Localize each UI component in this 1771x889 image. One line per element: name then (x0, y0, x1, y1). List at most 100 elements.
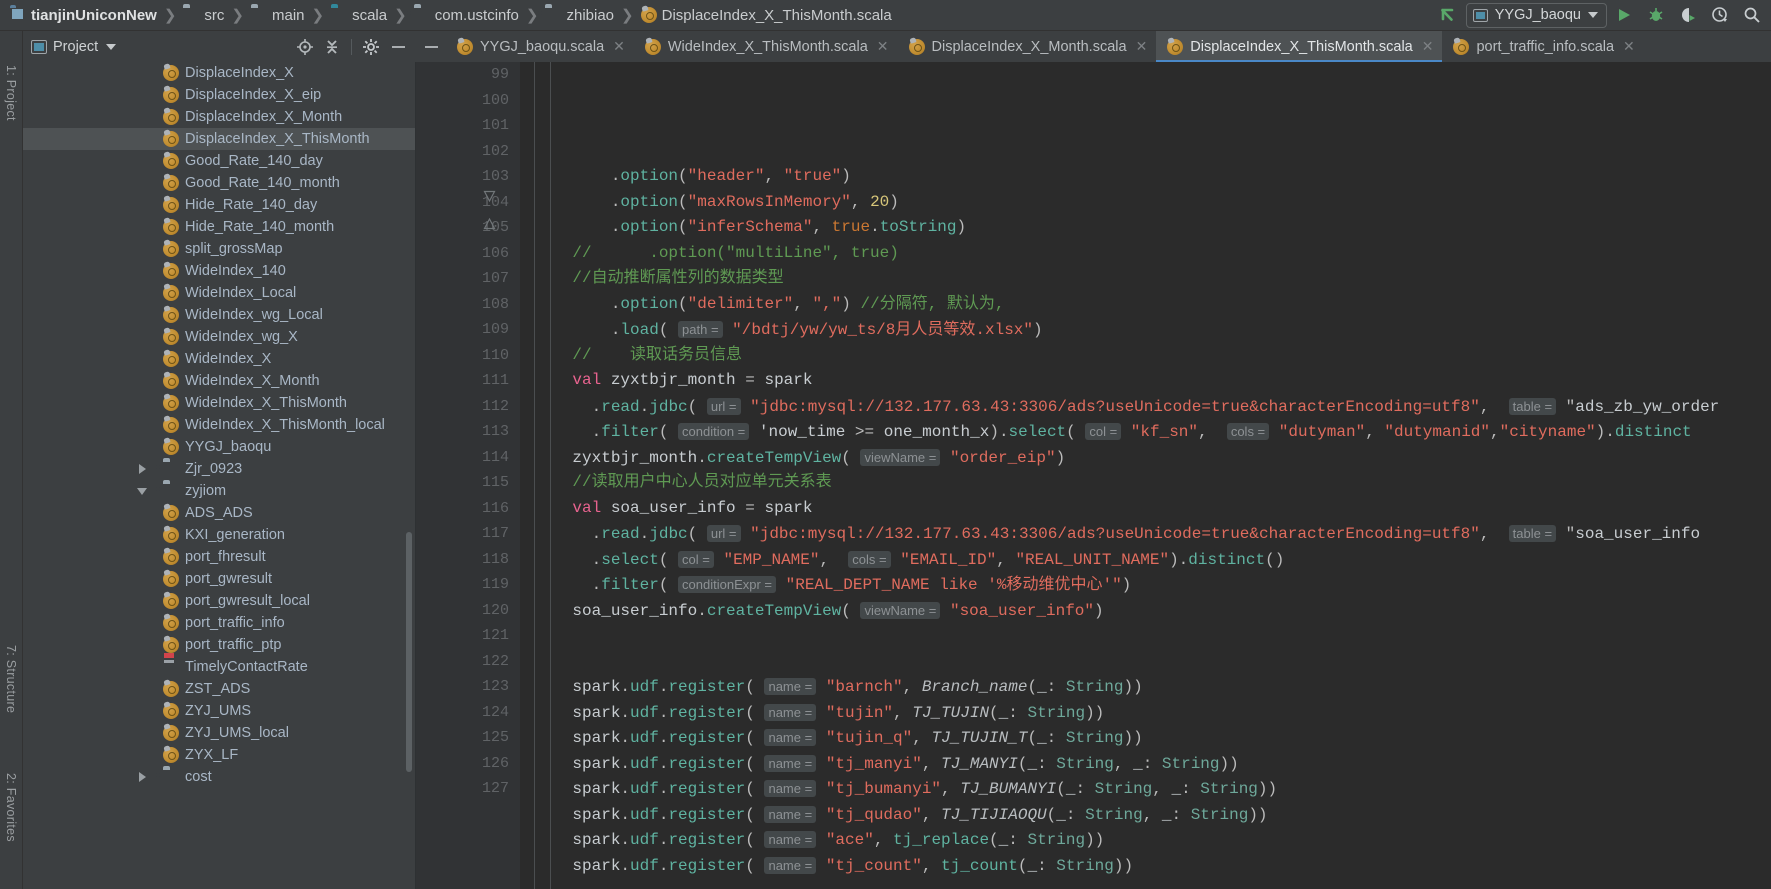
tree-item-label: split_grossMap (185, 241, 283, 257)
tree-item-zyj-ums[interactable]: ZYJ_UMS (23, 700, 416, 722)
close-icon[interactable]: ✕ (877, 38, 889, 55)
line-number-gutter[interactable]: 99 100 101 102 103 104 105 106 107 108 109 110 111 11… (416, 62, 520, 889)
tree-item-wideindex-140[interactable]: WideIndex_140 (23, 260, 416, 282)
chevron-right-icon[interactable] (135, 772, 149, 782)
close-icon[interactable]: ✕ (1623, 38, 1635, 55)
run-with-coverage-button[interactable] (1673, 1, 1703, 29)
run-configuration-selector[interactable]: YYGJ_baoqu (1465, 2, 1607, 28)
line-number: 103 (481, 168, 509, 185)
tree-item-wideindex-local[interactable]: WideIndex_Local (23, 282, 416, 304)
breadcrumb-item-src[interactable]: src (181, 0, 226, 30)
close-icon[interactable]: ✕ (613, 38, 625, 55)
tree-item-port-traffic-ptp[interactable]: port_traffic_ptp (23, 634, 416, 656)
collapse-all-icon[interactable] (320, 35, 344, 59)
tree-item-hide-rate-140-month[interactable]: Hide_Rate_140_month (23, 216, 416, 238)
project-view-selector[interactable]: Project (31, 39, 117, 55)
tree-item-hide-rate-140-day[interactable]: Hide_Rate_140_day (23, 194, 416, 216)
tree-item-displaceindex-x-eip[interactable]: DisplaceIndex_X_eip (23, 84, 416, 106)
breadcrumb-separator-icon: ❯ (525, 7, 539, 24)
line-number: 99 (490, 66, 509, 83)
editor-tab-displaceindex-x-thismonth-scala[interactable]: DisplaceIndex_X_ThisMonth.scala ✕ (1156, 31, 1443, 62)
line-number: 117 (481, 525, 509, 542)
editor-tab-yygj-baoqu-scala[interactable]: YYGJ_baoqu.scala ✕ (446, 31, 634, 62)
tree-item-zst-ads[interactable]: ZST_ADS (23, 678, 416, 700)
code-editor[interactable]: 99 100 101 102 103 104 105 106 107 108 109 110 111 11… (416, 62, 1771, 889)
tree-item-split-grossmap[interactable]: split_grossMap (23, 238, 416, 260)
project-panel-header: Project (23, 31, 416, 62)
tree-item-zyx-lf[interactable]: ZYX_LF (23, 744, 416, 766)
profiler-button[interactable] (1705, 1, 1735, 29)
tree-item-displaceindex-x-thismonth[interactable]: DisplaceIndex_X_ThisMonth (23, 128, 416, 150)
tree-item-displaceindex-x[interactable]: DisplaceIndex_X (23, 62, 416, 84)
tree-item-wideindex-x-thismonth[interactable]: WideIndex_X_ThisMonth (23, 392, 416, 414)
tree-item-yygj-baoqu[interactable]: YYGJ_baoqu (23, 436, 416, 458)
chevron-down-icon (106, 43, 117, 50)
hide-icon[interactable] (386, 35, 410, 59)
tree-item-wideindex-x[interactable]: WideIndex_X (23, 348, 416, 370)
tree-item-port-gwresult-local[interactable]: port_gwresult_local (23, 590, 416, 612)
editor-tab-label: DisplaceIndex_X_ThisMonth.scala (1190, 38, 1413, 55)
code-line: spark.udf.register( name = "tujin_q", TJ… (572, 729, 1143, 747)
tree-item-port-gwresult[interactable]: port_gwresult (23, 568, 416, 590)
locate-icon[interactable] (293, 35, 317, 59)
tree-item-label: WideIndex_wg_X (185, 329, 298, 345)
tree-item-label: port_gwresult_local (185, 593, 310, 609)
line-number: 102 (481, 142, 509, 160)
tree-item-wideindex-wg-x[interactable]: WideIndex_wg_X (23, 326, 416, 348)
tree-item-label: port_traffic_ptp (185, 637, 282, 653)
scala-file-icon (163, 175, 179, 191)
project-scrollbar[interactable] (406, 532, 412, 772)
chevron-right-icon[interactable] (135, 464, 149, 474)
tree-item-timelycontactrate[interactable]: TimelyContactRate (23, 656, 416, 678)
editor-tab-port-traffic-info-scala[interactable]: port_traffic_info.scala ✕ (1442, 31, 1643, 62)
tool-window-button-structure[interactable]: 7: Structure (4, 645, 18, 713)
editor-tab-displaceindex-x-month-scala[interactable]: DisplaceIndex_X_Month.scala ✕ (898, 31, 1157, 62)
fold-marker-expand-icon[interactable] (483, 217, 496, 230)
debug-button[interactable] (1641, 1, 1671, 29)
hide-editor-icon[interactable] (416, 31, 446, 62)
fold-marker-collapse-icon[interactable] (483, 190, 496, 203)
tool-window-button-favorites[interactable]: 2: Favorites (4, 773, 18, 842)
tree-item-displaceindex-x-month[interactable]: DisplaceIndex_X_Month (23, 106, 416, 128)
tree-item-zyj-ums-local[interactable]: ZYJ_UMS_local (23, 722, 416, 744)
tree-item-port-traffic-info[interactable]: port_traffic_info (23, 612, 416, 634)
tree-item-cost[interactable]: cost (23, 766, 416, 788)
breadcrumb-item-scala[interactable]: scala (329, 0, 389, 30)
line-number: 112 (481, 397, 509, 415)
code-line: .select( col = "EMP_NAME", cols = "EMAIL… (534, 550, 1285, 569)
tree-item-zyjiom[interactable]: zyjiom (23, 480, 416, 502)
breadcrumb-item-package-zhibiao[interactable]: zhibiao (543, 0, 616, 30)
tree-item-zjr-0923[interactable]: Zjr_0923 (23, 458, 416, 480)
search-icon[interactable] (1737, 1, 1767, 29)
gear-icon[interactable] (359, 35, 383, 59)
close-icon[interactable]: ✕ (1136, 38, 1148, 55)
tree-item-wideindex-wg-local[interactable]: WideIndex_wg_Local (23, 304, 416, 326)
tree-item-port-fhresult[interactable]: port_fhresult (23, 546, 416, 568)
indent-guide (550, 62, 551, 889)
update-project-icon[interactable] (1434, 1, 1464, 29)
project-tree[interactable]: DisplaceIndex_X DisplaceIndex_X_eip Displa… (23, 62, 416, 889)
code-text[interactable]: .option("header", "true") .option("maxRo… (520, 62, 1771, 889)
tree-item-ads-ads[interactable]: ADS_ADS (23, 502, 416, 524)
breadcrumb-item-package-comustcinfo[interactable]: com.ustcinfo (412, 0, 521, 30)
tree-item-good-rate-140-month[interactable]: Good_Rate_140_month (23, 172, 416, 194)
breadcrumb-item-file[interactable]: DisplaceIndex_X_ThisMonth.scala (639, 0, 894, 30)
run-button[interactable] (1609, 1, 1639, 29)
editor-tab-wideindex-x-thismonth-scala[interactable]: WideIndex_X_ThisMonth.scala ✕ (634, 31, 898, 62)
close-icon[interactable]: ✕ (1422, 38, 1434, 55)
tool-window-button-project[interactable]: 1: Project (4, 65, 18, 121)
tree-item-wideindex-x-thismonth-local[interactable]: WideIndex_X_ThisMonth_local (23, 414, 416, 436)
scala-file-icon (163, 725, 179, 741)
tree-item-wideindex-x-month[interactable]: WideIndex_X_Month (23, 370, 416, 392)
tree-item-kxi-generation[interactable]: KXI_generation (23, 524, 416, 546)
breadcrumb-item-project[interactable]: tianjinUniconNew (8, 0, 159, 30)
chevron-down-icon[interactable] (135, 487, 149, 495)
breadcrumb-item-main[interactable]: main (249, 0, 307, 30)
navigation-bar: tianjinUniconNew ❯ src ❯ main ❯ scala ❯ … (0, 0, 1771, 31)
tree-item-label: WideIndex_X_ThisMonth (185, 395, 347, 411)
tree-item-label: Good_Rate_140_month (185, 175, 340, 191)
scala-file-icon (163, 307, 179, 323)
tree-item-good-rate-140-day[interactable]: Good_Rate_140_day (23, 150, 416, 172)
code-line: .option("inferSchema", true.toString) (534, 218, 967, 236)
editor-tab-label: DisplaceIndex_X_Month.scala (931, 38, 1127, 55)
